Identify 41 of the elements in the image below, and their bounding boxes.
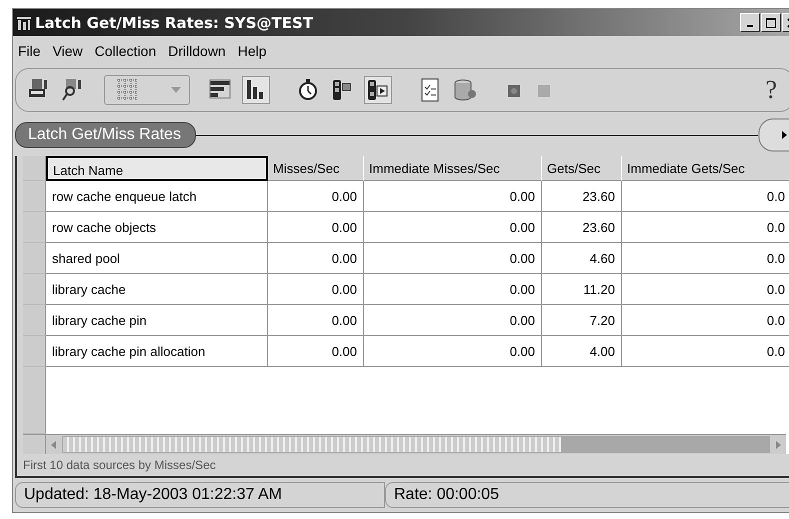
- table-cell: 0.0: [622, 243, 789, 274]
- table-cell: shared pool: [46, 243, 268, 274]
- table-cell: row cache objects: [46, 212, 268, 243]
- table-cell: 0.00: [364, 243, 542, 274]
- menu-item[interactable]: View: [52, 43, 83, 59]
- table-cell: 0.00: [268, 212, 364, 243]
- table-cell: 0.00: [268, 243, 364, 274]
- column-header[interactable]: Misses/Sec: [268, 156, 364, 181]
- table-cell: 0.00: [364, 274, 542, 305]
- menu-item[interactable]: Help: [238, 43, 267, 59]
- table-cell: 0.0: [622, 305, 789, 336]
- window-title: Latch Get/Miss Rates: SYS@TEST: [35, 14, 314, 32]
- table-cell: 4.60: [542, 243, 622, 274]
- menu-item[interactable]: Collection: [94, 43, 156, 59]
- table-cell: 0.00: [364, 212, 542, 243]
- table-cell: library cache pin: [46, 305, 268, 336]
- table-cell: 0.00: [268, 305, 364, 336]
- help-button[interactable]: ?: [765, 75, 777, 105]
- table-cell: row cache enqueue latch: [46, 181, 268, 212]
- table-cell: 0.00: [364, 181, 542, 212]
- table-cell: 11.20: [542, 274, 622, 305]
- menu-item[interactable]: Drilldown: [168, 43, 226, 59]
- table-cell: library cache: [46, 274, 268, 305]
- table-cell: 0.00: [364, 305, 542, 336]
- column-header[interactable]: Latch Name: [46, 156, 268, 181]
- table-cell: 0.00: [268, 274, 364, 305]
- menu-item[interactable]: File: [18, 43, 41, 59]
- table-cell: 0.0: [622, 181, 789, 212]
- column-header[interactable]: Immediate Gets/Sec: [622, 156, 789, 181]
- panel-tab[interactable]: Latch Get/Miss Rates: [15, 122, 196, 148]
- table-cell: 0.00: [268, 181, 364, 212]
- table-cell: 23.60: [542, 212, 622, 243]
- table-caption: First 10 data sources by Misses/Sec: [23, 457, 217, 474]
- column-header[interactable]: Immediate Misses/Sec: [364, 156, 542, 181]
- table-cell: 0.0: [622, 212, 789, 243]
- status-field: Updated: 18-May-2003 01:22:37 AM: [15, 482, 385, 508]
- table-cell: 7.20: [542, 305, 622, 336]
- column-header[interactable]: Gets/Sec: [542, 156, 622, 181]
- status-field: Rate: 00:00:05: [385, 482, 789, 508]
- table-cell: 23.60: [542, 181, 622, 212]
- table-cell: 0.0: [622, 274, 789, 305]
